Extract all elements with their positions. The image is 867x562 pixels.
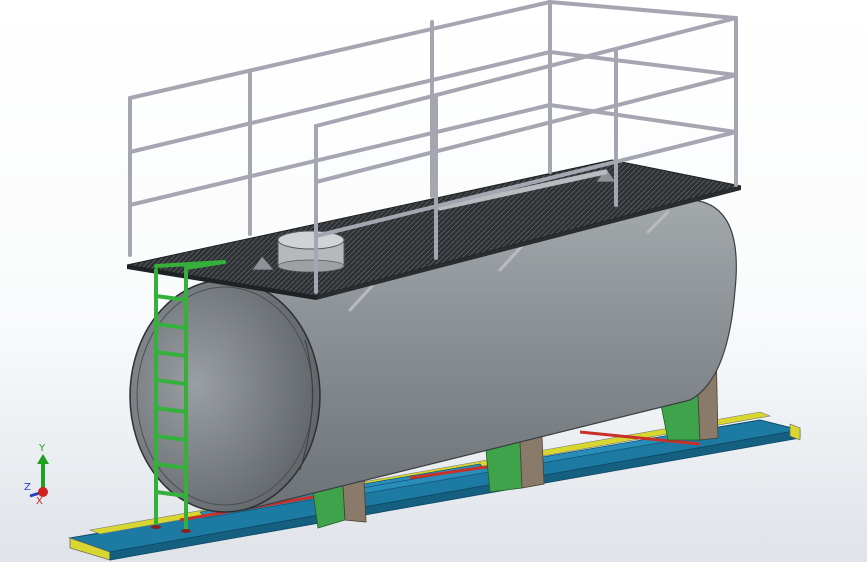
- y-axis-label: Y: [38, 443, 46, 454]
- cad-viewport[interactable]: Y Z X: [0, 0, 867, 562]
- manhole-hatch: [277, 230, 345, 273]
- tank-trailer-model[interactable]: [0, 0, 867, 562]
- axis-triad[interactable]: Y Z X: [18, 440, 78, 510]
- z-axis-label: Z: [24, 482, 31, 493]
- x-axis-label: X: [36, 496, 43, 507]
- tank-end-cap: [129, 279, 321, 513]
